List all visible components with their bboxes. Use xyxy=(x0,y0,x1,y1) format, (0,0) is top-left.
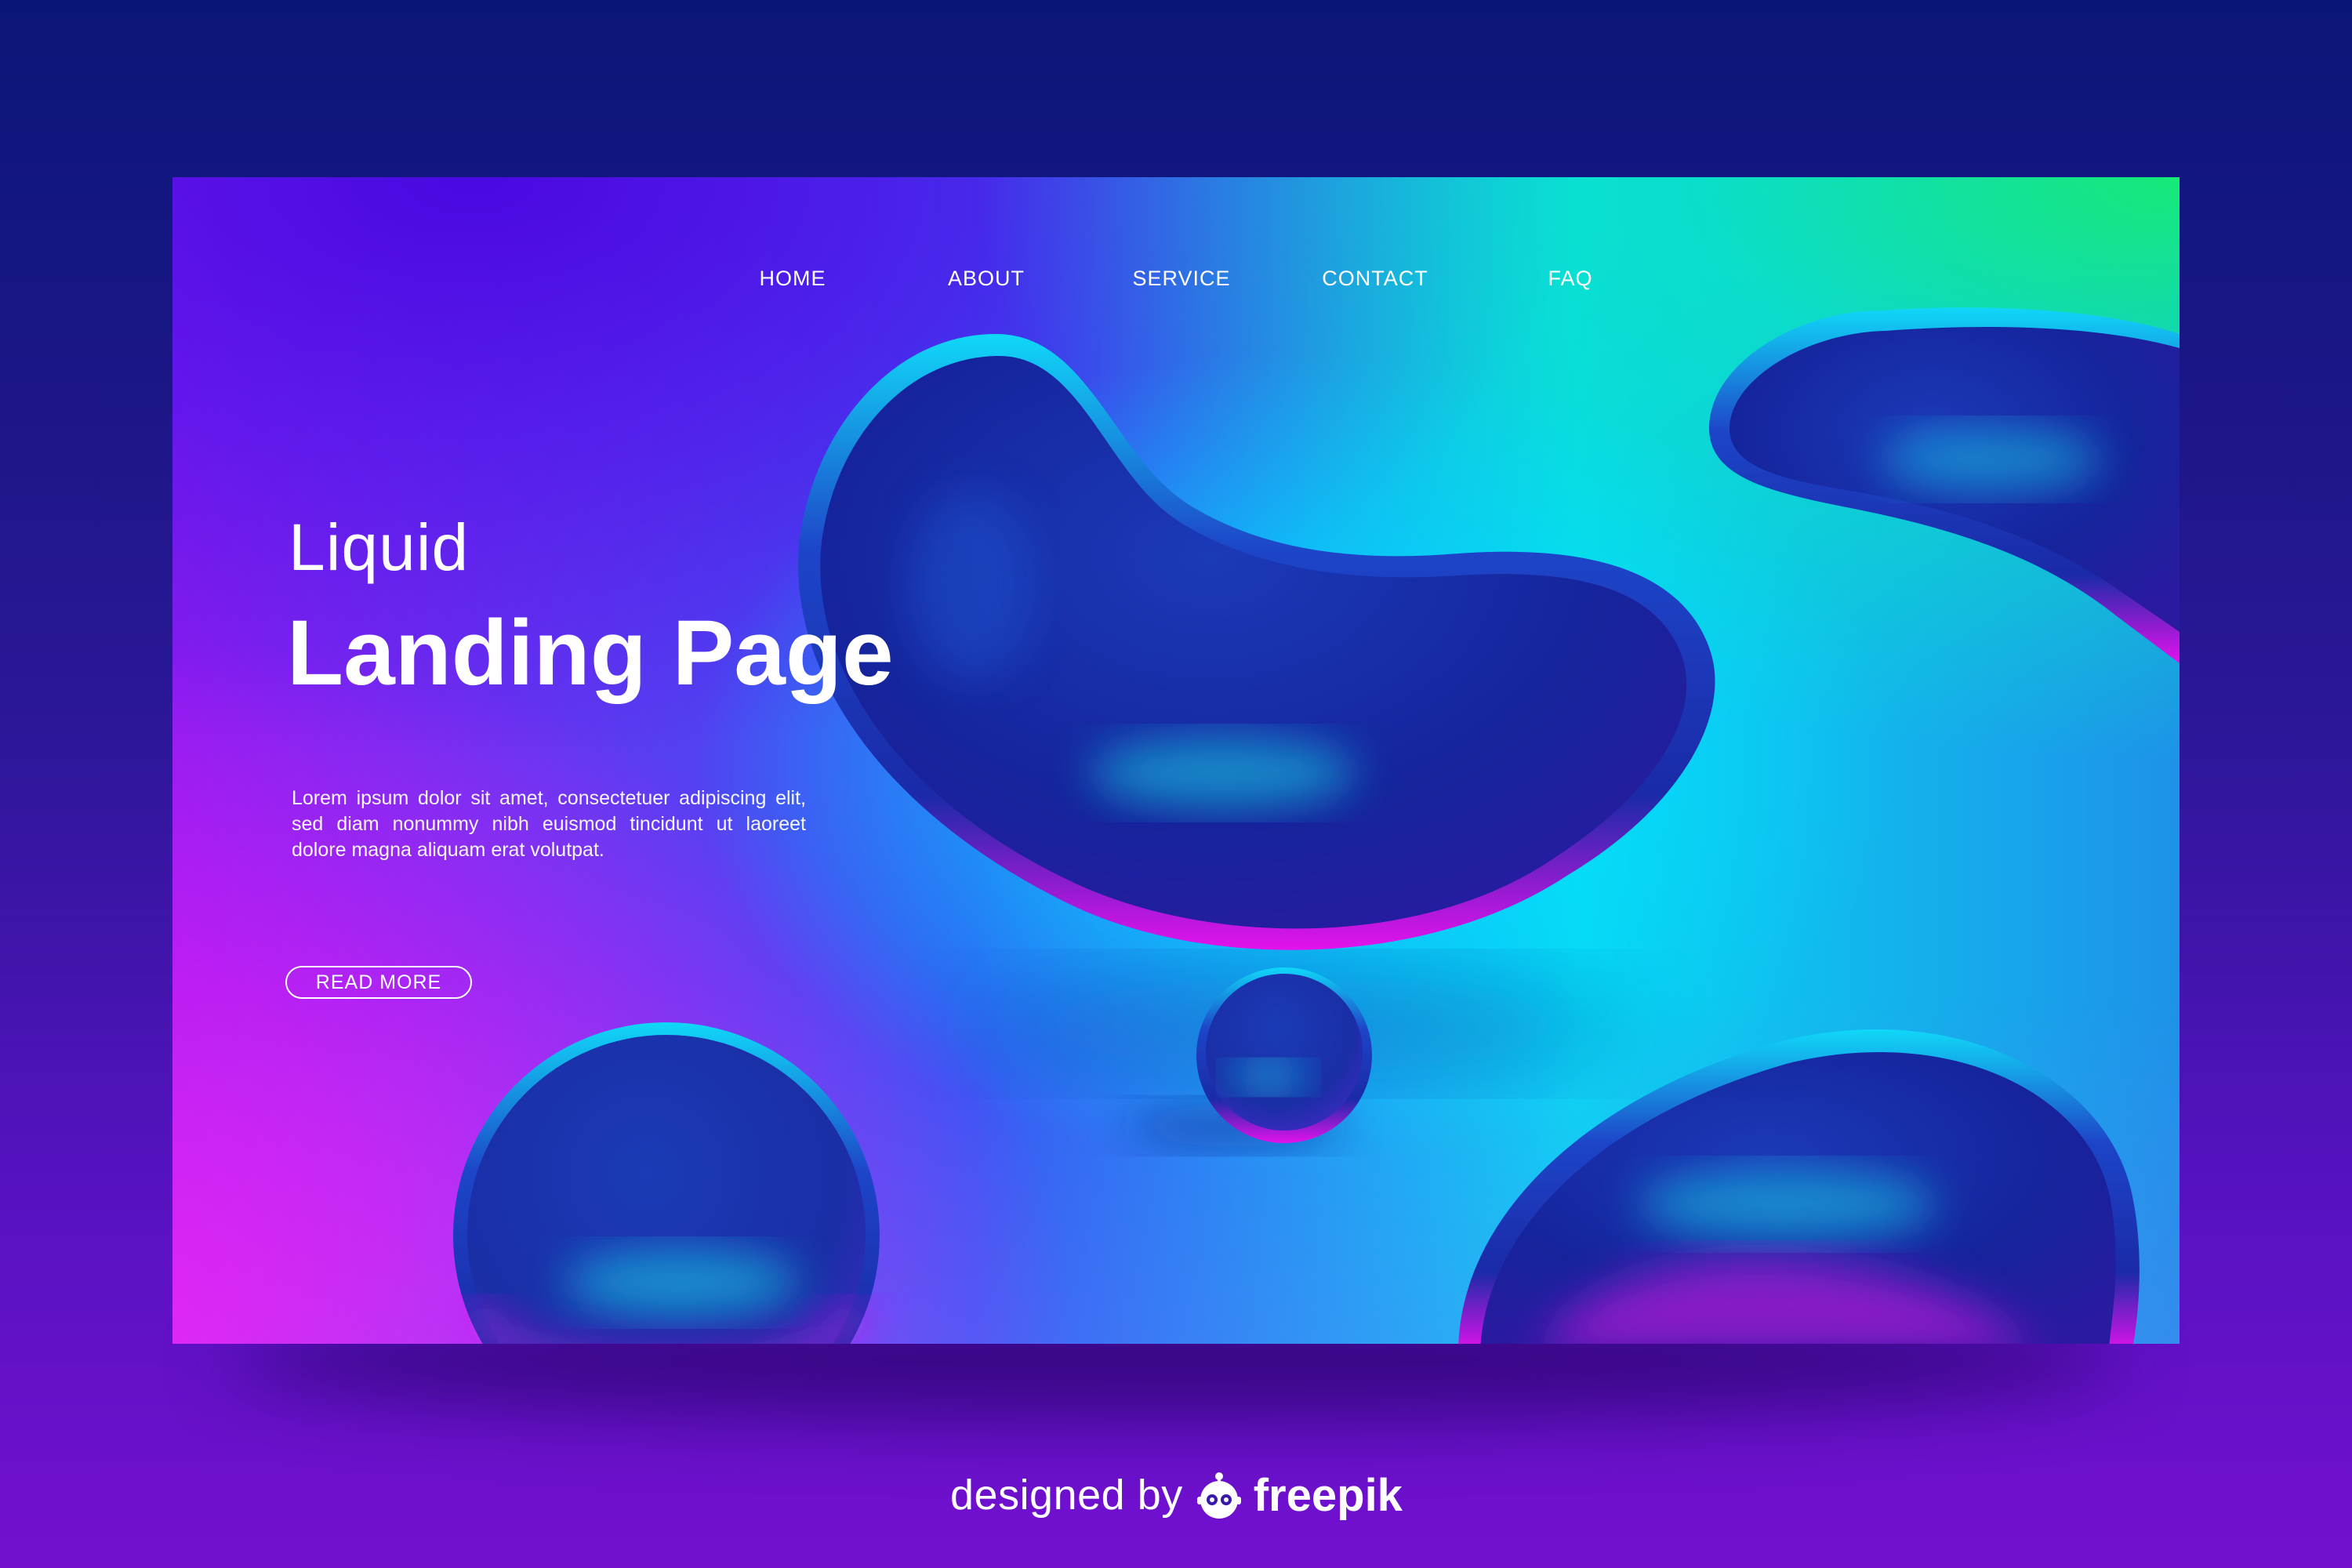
nav-link-faq[interactable]: FAQ xyxy=(1476,267,1664,291)
blob-left-sphere xyxy=(453,1022,880,1344)
blob-bottom-right xyxy=(1458,1029,2140,1344)
hero-title: Landing Page xyxy=(287,601,894,705)
attribution-prefix: designed by xyxy=(950,1472,1183,1519)
top-navigation: HOME ABOUT SERVICE CONTACT FAQ xyxy=(172,177,2180,334)
nav-link-home[interactable]: HOME xyxy=(699,267,887,291)
read-more-button[interactable]: READ MORE xyxy=(285,966,472,999)
nav-link-about[interactable]: ABOUT xyxy=(892,267,1080,291)
nav-link-service[interactable]: SERVICE xyxy=(1087,267,1276,291)
attribution: designed by freepik xyxy=(950,1460,1403,1530)
attribution-brand[interactable]: freepik xyxy=(1254,1469,1403,1522)
freepik-logo-icon xyxy=(1196,1472,1241,1519)
landing-page-card: HOME ABOUT SERVICE CONTACT FAQ Liquid La… xyxy=(172,177,2180,1344)
liquid-blobs xyxy=(453,307,2180,1344)
hero-description: Lorem ipsum dolor sit amet, consectetuer… xyxy=(292,787,806,861)
blob-bean xyxy=(798,334,1715,950)
hero-subtitle: Liquid xyxy=(289,510,470,584)
blob-small-sphere xyxy=(1196,967,1372,1143)
blob-top-right xyxy=(1709,307,2180,663)
nav-link-contact[interactable]: CONTACT xyxy=(1281,267,1469,291)
